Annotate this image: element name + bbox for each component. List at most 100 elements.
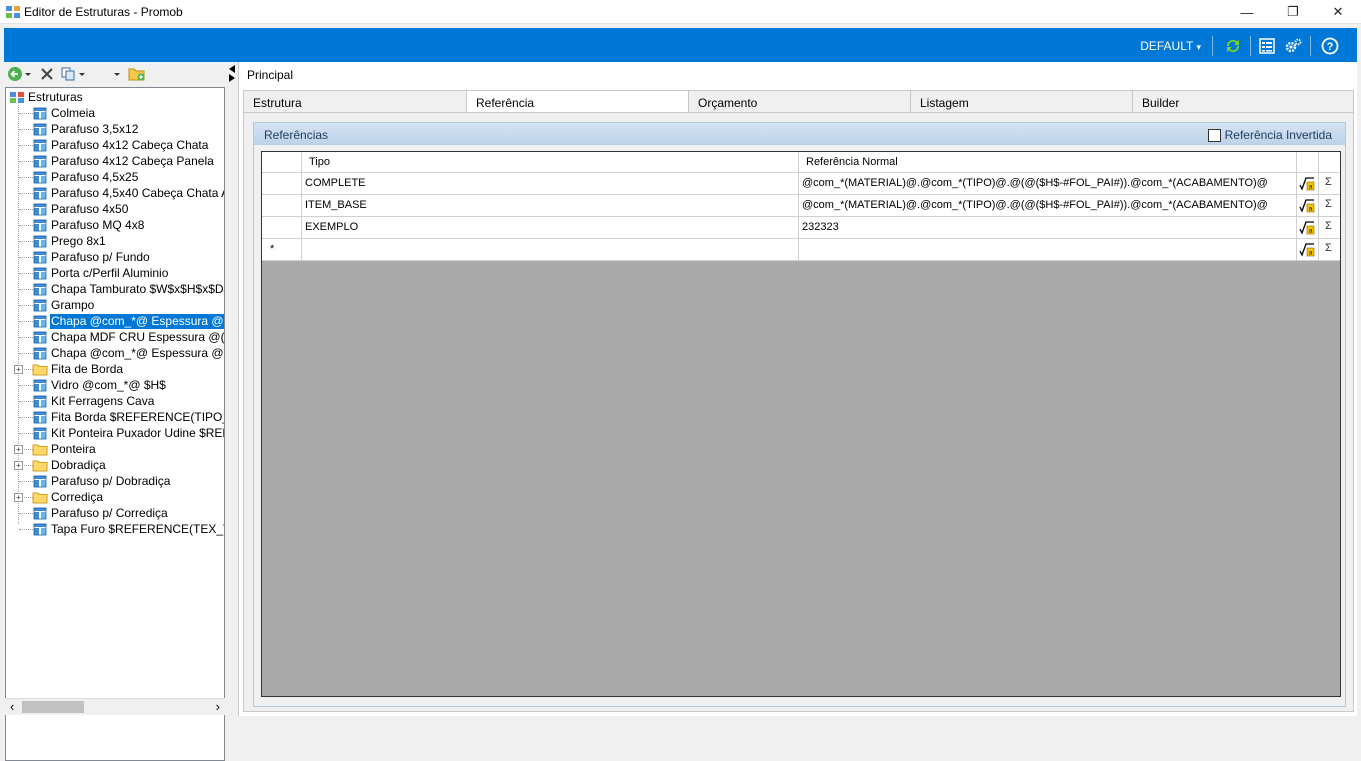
- tree-item[interactable]: Chapa MDF CRU Espessura @($R: [32, 329, 224, 345]
- cell-tipo[interactable]: EXEMPLO: [302, 217, 799, 238]
- close-button[interactable]: ✕: [1315, 0, 1361, 24]
- tree-item[interactable]: Parafuso 4x12 Cabeça Panela: [32, 153, 215, 169]
- tree-folder[interactable]: Corrediça: [32, 489, 104, 505]
- tree-folder[interactable]: Fita de Borda: [32, 361, 124, 377]
- expand-toggle[interactable]: +: [14, 445, 23, 454]
- scroll-right-icon[interactable]: ›: [216, 699, 220, 714]
- expand-toggle[interactable]: +: [14, 461, 23, 470]
- column-header-referencia-normal[interactable]: Referência Normal: [799, 152, 1297, 173]
- expand-toggle[interactable]: +: [14, 493, 23, 502]
- tree-folder[interactable]: Dobradiça: [32, 457, 107, 473]
- tree-item[interactable]: Prego 8x1: [32, 233, 107, 249]
- add-folder-icon[interactable]: [128, 66, 146, 82]
- scrollbar-thumb[interactable]: [22, 701, 84, 713]
- formula-icon[interactable]: a: [1299, 198, 1315, 213]
- tree-item[interactable]: Tapa Furo $REFERENCE(TEX_TF)$: [32, 521, 224, 537]
- tree-item[interactable]: Parafuso MQ 4x8: [32, 217, 145, 233]
- tree-item[interactable]: Colmeia: [32, 105, 96, 121]
- tree-item[interactable]: Grampo: [32, 297, 95, 313]
- tab-estrutura[interactable]: Estrutura: [243, 90, 467, 112]
- tree-item[interactable]: Parafuso 4x12 Cabeça Chata: [32, 137, 209, 153]
- formula-icon[interactable]: a: [1299, 242, 1315, 257]
- cell-formula[interactable]: a: [1297, 195, 1319, 216]
- list-view-button[interactable]: [1256, 36, 1278, 56]
- checkbox-box[interactable]: [1207, 128, 1221, 142]
- grid-row[interactable]: COMPLETE @com_*(MATERIAL)@.@com_*(TIPO)@.…: [262, 173, 1340, 195]
- inverted-reference-checkbox[interactable]: Referência Invertida: [1207, 128, 1332, 142]
- cell-tipo[interactable]: COMPLETE: [302, 173, 799, 194]
- horizontal-scrollbar[interactable]: ‹ ›: [5, 698, 225, 715]
- grid-row[interactable]: ITEM_BASE @com_*(MATERIAL)@.@com_*(TIPO)@…: [262, 195, 1340, 217]
- row-indicator[interactable]: [262, 195, 302, 216]
- ribbon-separator: [1310, 36, 1311, 56]
- cell-sum[interactable]: Σ: [1319, 195, 1340, 216]
- help-icon: ?: [1321, 37, 1339, 55]
- cell-tipo[interactable]: ITEM_BASE: [302, 195, 799, 216]
- cell-referencia-normal[interactable]: @com_*(MATERIAL)@.@com_*(TIPO)@.@(@($H$-…: [799, 195, 1297, 216]
- cell-sum[interactable]: Σ: [1319, 173, 1340, 194]
- row-indicator[interactable]: *: [262, 239, 302, 260]
- structure-item-icon: [33, 187, 47, 200]
- references-grid[interactable]: Tipo Referência Normal COMPLETE @com_*(MA…: [261, 151, 1341, 697]
- formula-icon[interactable]: a: [1299, 176, 1315, 191]
- tab-orcamento[interactable]: Orçamento: [688, 90, 911, 112]
- sigma-icon[interactable]: Σ: [1325, 220, 1332, 232]
- cell-referencia-normal[interactable]: [799, 239, 1297, 260]
- tree-folder[interactable]: Ponteira: [32, 441, 97, 457]
- cell-referencia-normal[interactable]: @com_*(MATERIAL)@.@com_*(TIPO)@.@(@($H$-…: [799, 173, 1297, 194]
- tree-item[interactable]: Vidro @com_*@ $H$: [32, 377, 167, 393]
- tree-connector: [19, 113, 33, 114]
- tree-item[interactable]: Chapa @com_*@ Espessura @($H: [32, 345, 224, 361]
- folder-icon: [32, 460, 48, 472]
- row-indicator[interactable]: [262, 217, 302, 238]
- column-header-tipo[interactable]: Tipo: [302, 152, 799, 173]
- tree-item[interactable]: Parafuso 4x50: [32, 201, 129, 217]
- chevron-down-icon[interactable]: [112, 66, 128, 82]
- tree-item[interactable]: Chapa Tamburato $W$x$H$x$D$mm: [32, 281, 224, 297]
- grid-new-row[interactable]: * a Σ: [262, 239, 1340, 261]
- refresh-button[interactable]: [1222, 36, 1244, 56]
- copy-icon[interactable]: [60, 66, 86, 82]
- tree-item[interactable]: Porta c/Perfil Aluminio: [32, 265, 169, 281]
- sigma-icon[interactable]: Σ: [1325, 176, 1332, 188]
- tree-item[interactable]: Fita Borda $REFERENCE(TIPO_FITA: [32, 409, 224, 425]
- sigma-icon[interactable]: Σ: [1325, 198, 1332, 210]
- row-indicator[interactable]: [262, 173, 302, 194]
- expand-toggle[interactable]: +: [14, 365, 23, 374]
- cell-formula[interactable]: a: [1297, 217, 1319, 238]
- grid-row[interactable]: EXEMPLO 232323 a Σ: [262, 217, 1340, 239]
- tree-item[interactable]: Parafuso 4,5x25: [32, 169, 139, 185]
- collapse-arrows-icon[interactable]: [227, 64, 237, 82]
- tree-item[interactable]: Chapa @com_*@ Espessura @($H$: [32, 313, 224, 329]
- maximize-button[interactable]: ❐: [1270, 0, 1316, 24]
- minimize-button[interactable]: —: [1224, 0, 1270, 24]
- cell-formula[interactable]: a: [1297, 239, 1319, 260]
- formula-icon[interactable]: a: [1299, 220, 1315, 235]
- cell-sum[interactable]: Σ: [1319, 217, 1340, 238]
- structure-tree[interactable]: Estruturas Colmeia Parafuso 3,5x12 Parafus…: [5, 87, 225, 761]
- sigma-icon[interactable]: Σ: [1325, 242, 1332, 254]
- tree-item[interactable]: Parafuso p/ Dobradiça: [32, 473, 171, 489]
- tree-item[interactable]: Kit Ferragens Cava: [32, 393, 155, 409]
- tree-connector: [19, 353, 33, 354]
- tree-item[interactable]: Parafuso p/ Corrediça: [32, 505, 169, 521]
- cell-tipo[interactable]: [302, 239, 799, 260]
- delete-x-icon[interactable]: [39, 66, 55, 82]
- panel-splitter[interactable]: [226, 62, 238, 716]
- tab-label: Estrutura: [253, 96, 302, 110]
- profile-dropdown[interactable]: DEFAULT ▾: [1140, 39, 1201, 53]
- tab-builder[interactable]: Builder: [1132, 90, 1354, 112]
- tree-item[interactable]: Kit Ponteira Puxador Udine $REFERE: [32, 425, 224, 441]
- scroll-left-icon[interactable]: ‹: [10, 699, 14, 714]
- tree-item[interactable]: Parafuso p/ Fundo: [32, 249, 151, 265]
- settings-button[interactable]: [1282, 36, 1304, 56]
- back-arrow-icon[interactable]: [7, 66, 33, 82]
- tab-referencia[interactable]: Referência: [466, 90, 689, 113]
- help-button[interactable]: ?: [1319, 36, 1341, 56]
- tree-item[interactable]: Parafuso 4,5x40 Cabeça Chata Auto: [32, 185, 224, 201]
- tree-item[interactable]: Parafuso 3,5x12: [32, 121, 139, 137]
- tab-listagem[interactable]: Listagem: [910, 90, 1133, 112]
- cell-referencia-normal[interactable]: 232323: [799, 217, 1297, 238]
- cell-formula[interactable]: a: [1297, 173, 1319, 194]
- cell-sum[interactable]: Σ: [1319, 239, 1340, 260]
